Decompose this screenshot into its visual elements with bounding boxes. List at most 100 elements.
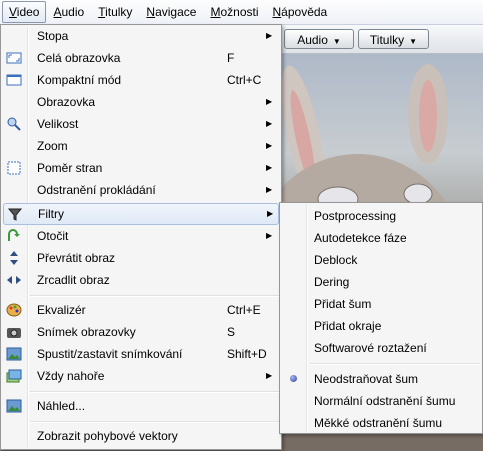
- menu-item-zoom[interactable]: Zoom ▶: [3, 135, 279, 157]
- menu-item-shortcut: Ctrl+C: [227, 73, 262, 87]
- menu-item-shortcut: F: [227, 51, 235, 65]
- submenu-item-autodetect-phase[interactable]: Autodetekce fáze: [282, 227, 480, 249]
- menu-item-shortcut: Ctrl+E: [227, 303, 261, 317]
- submenu-item-label: Přidat okraje: [314, 319, 382, 333]
- submenu-arrow-icon: ▶: [266, 97, 273, 106]
- submenu-item-label: Autodetekce fáze: [314, 231, 407, 245]
- menu-item-label: Spustit/zastavit snímkování: [37, 347, 183, 361]
- menu-item-size[interactable]: Velikost ▶: [3, 113, 279, 135]
- menu-item-aspect-ratio[interactable]: Poměr stran ▶: [3, 157, 279, 179]
- submenu-item-label: Dering: [314, 275, 350, 289]
- filters-submenu: Postprocessing Autodetekce fáze Deblock …: [279, 202, 483, 434]
- menubar-label: avigace: [155, 5, 197, 19]
- submenu-arrow-icon: ▶: [267, 209, 274, 218]
- menu-item-start-stop-screenshots[interactable]: Spustit/zastavit snímkování Shift+D: [3, 343, 279, 365]
- submenu-separator: [310, 363, 480, 365]
- compact-mode-icon: [6, 74, 22, 86]
- submenu-item-postprocessing[interactable]: Postprocessing: [282, 205, 480, 227]
- submenu-arrow-icon: ▶: [266, 141, 273, 150]
- subtitles-dropdown-label: Titulky: [369, 33, 405, 47]
- menu-item-label: Filtry: [38, 207, 64, 221]
- menu-item-track[interactable]: Stopa ▶: [3, 25, 279, 47]
- submenu-item-normal-denoise[interactable]: Normální odstranění šumu: [282, 390, 480, 412]
- menu-item-shortcut: S: [227, 325, 236, 339]
- audio-dropdown-label: Audio: [297, 33, 328, 47]
- always-on-top-icon: [6, 369, 22, 383]
- magnifier-icon: [7, 117, 21, 131]
- menubar-item-help[interactable]: Nápověda: [266, 1, 335, 23]
- menu-item-compact-mode[interactable]: Kompaktní mód Ctrl+C: [3, 69, 279, 91]
- video-menu: Stopa ▶ Celá obrazovka F Kompaktní mód C…: [0, 24, 282, 450]
- submenu-arrow-icon: ▶: [266, 163, 273, 172]
- submenu-item-software-scaling[interactable]: Softwarové roztažení: [282, 337, 480, 359]
- menu-item-label: Kompaktní mód: [37, 73, 122, 87]
- submenu-item-label: Postprocessing: [314, 209, 397, 223]
- menu-item-label: Obrazovka: [37, 95, 96, 109]
- menubar-accel: N: [272, 5, 282, 19]
- submenu-item-label: Neodstraňovat šum: [314, 372, 419, 386]
- menubar-label: itulky: [105, 5, 133, 19]
- menubar-accel: N: [146, 5, 156, 19]
- menubar-label: ožnosti: [220, 5, 259, 19]
- camera-icon: [7, 328, 21, 338]
- submenu-item-deblock[interactable]: Deblock: [282, 249, 480, 271]
- menu-item-label: Zoom: [37, 139, 68, 153]
- subtitles-dropdown-button[interactable]: Titulky ▼: [358, 29, 429, 49]
- menu-item-filters[interactable]: Filtry ▶: [3, 203, 279, 225]
- rotate-icon: [8, 229, 20, 241]
- submenu-item-soft-denoise[interactable]: Měkké odstranění šumu: [282, 412, 480, 434]
- menu-item-mirror[interactable]: Zrcadlit obraz: [3, 269, 279, 291]
- menu-item-screenshot[interactable]: Snímek obrazovky S: [3, 321, 279, 343]
- menubar-item-navigation[interactable]: Navigace: [139, 1, 203, 23]
- mirror-icon: [7, 276, 21, 284]
- screenshots-icon: [6, 347, 22, 361]
- menu-separator: [30, 421, 279, 423]
- submenu-item-add-noise[interactable]: Přidat šum: [282, 293, 480, 315]
- menu-item-equalizer[interactable]: Ekvalizér Ctrl+E: [3, 299, 279, 321]
- menu-item-screen[interactable]: Obrazovka ▶: [3, 91, 279, 113]
- menubar-accel: M: [210, 5, 221, 19]
- menubar-item-subtitles[interactable]: Titulky: [91, 1, 139, 23]
- submenu-item-label: Normální odstranění šumu: [314, 394, 456, 408]
- submenu-item-label: Měkké odstranění šumu: [314, 416, 443, 430]
- menu-item-fullscreen[interactable]: Celá obrazovka F: [3, 47, 279, 69]
- menubar-item-audio[interactable]: Audio: [46, 1, 91, 23]
- menubar-label: udio: [61, 5, 85, 19]
- menu-item-flip[interactable]: Převrátit obraz: [3, 247, 279, 269]
- menubar: Video Audio Titulky Navigace Možnosti Ná…: [0, 0, 483, 25]
- menu-item-motion-vectors[interactable]: Zobrazit pohybové vektory: [3, 425, 279, 447]
- menu-item-label: Poměr stran: [37, 161, 103, 175]
- submenu-item-label: Přidat šum: [314, 297, 372, 311]
- menu-item-rotate[interactable]: Otočit ▶: [3, 225, 279, 247]
- menu-item-label: Odstranění prokládání: [37, 183, 156, 197]
- submenu-arrow-icon: ▶: [266, 231, 273, 240]
- menu-item-label: Zobrazit pohybové vektory: [37, 429, 178, 443]
- audio-dropdown-button[interactable]: Audio ▼: [284, 29, 354, 49]
- menu-item-shortcut: Shift+D: [227, 347, 267, 361]
- submenu-arrow-icon: ▶: [266, 185, 273, 194]
- menu-item-label: Otočit: [37, 229, 69, 243]
- menu-item-deinterlace[interactable]: Odstranění prokládání ▶: [3, 179, 279, 201]
- menu-separator: [30, 295, 279, 297]
- menu-item-preview[interactable]: Náhled...: [3, 395, 279, 417]
- radio-selected-icon: [290, 375, 297, 382]
- menu-separator: [30, 391, 279, 393]
- flip-icon: [10, 251, 18, 265]
- menu-item-label: Celá obrazovka: [37, 51, 121, 65]
- menubar-label: ideo: [16, 5, 40, 19]
- menu-item-label: Zrcadlit obraz: [37, 273, 110, 287]
- menubar-item-video[interactable]: Video: [2, 1, 47, 23]
- menu-item-label: Velikost: [37, 117, 79, 131]
- submenu-item-no-denoise[interactable]: Neodstraňovat šum: [282, 368, 480, 390]
- submenu-arrow-icon: ▶: [266, 119, 273, 128]
- menubar-label: ápověda: [281, 5, 328, 19]
- fullscreen-icon: [6, 52, 22, 64]
- submenu-item-label: Deblock: [314, 253, 358, 267]
- menu-item-always-on-top[interactable]: Vždy nahoře ▶: [3, 365, 279, 387]
- menu-item-label: Snímek obrazovky: [37, 325, 136, 339]
- submenu-item-dering[interactable]: Dering: [282, 271, 480, 293]
- palette-icon: [6, 303, 22, 317]
- submenu-arrow-icon: ▶: [266, 31, 273, 40]
- submenu-item-add-borders[interactable]: Přidat okraje: [282, 315, 480, 337]
- menubar-item-options[interactable]: Možnosti: [203, 1, 265, 23]
